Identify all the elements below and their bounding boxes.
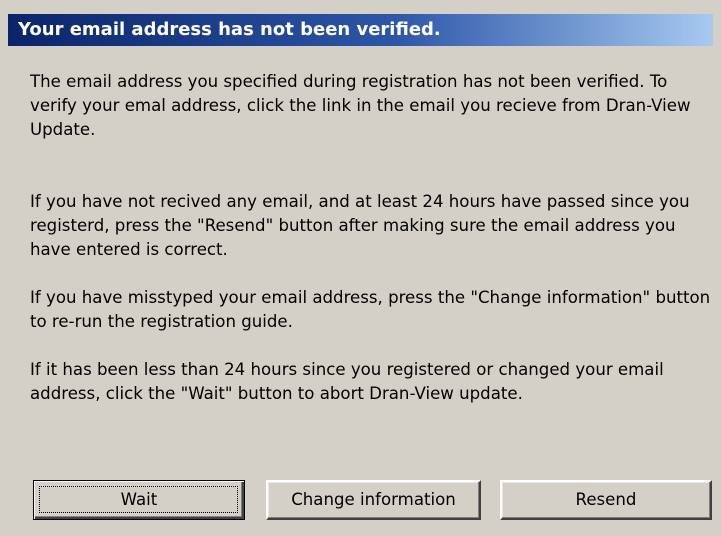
paragraph-resend-instructions: If you have not recived any email, and a… [30, 192, 690, 259]
paragraph-wait-instructions: If it has been less than 24 hours since … [30, 360, 664, 403]
dialog-title: Your email address has not been verified… [18, 19, 441, 40]
email-verification-dialog: Your email address has not been verified… [0, 0, 721, 536]
change-information-button-label: Change information [291, 490, 456, 509]
paragraph-not-verified: The email address you specified during r… [30, 72, 691, 139]
wait-button-label: Wait [120, 490, 158, 509]
wait-button[interactable]: Wait [33, 480, 245, 520]
resend-button[interactable]: Resend [500, 480, 712, 520]
dialog-title-bar: Your email address has not been verified… [8, 14, 713, 46]
paragraph-change-instructions: If you have misstyped your email address… [30, 288, 711, 331]
change-information-button[interactable]: Change information [266, 480, 481, 520]
resend-button-label: Resend [575, 490, 637, 509]
